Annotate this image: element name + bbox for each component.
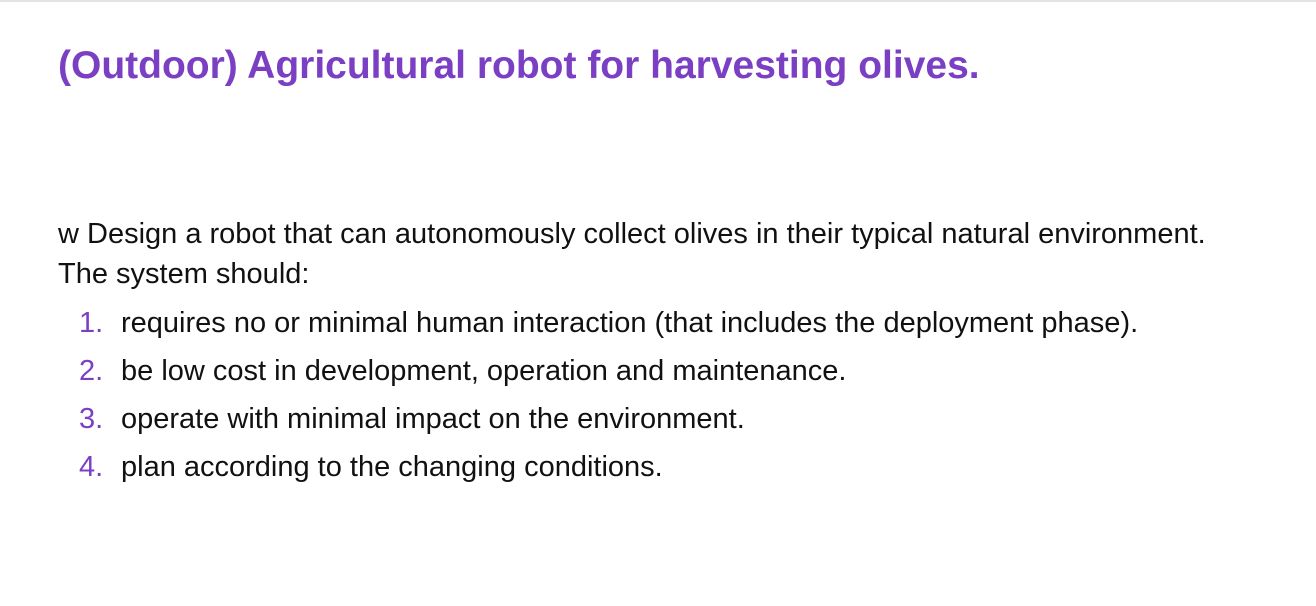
list-item-number: 1. bbox=[79, 307, 104, 339]
requirements-list: 1. requires no or minimal human interact… bbox=[58, 303, 1298, 495]
list-item: 4. plan according to the changing condit… bbox=[58, 447, 1298, 495]
list-item-number: 3. bbox=[79, 403, 104, 435]
list-item-text: be low cost in development, operation an… bbox=[121, 355, 847, 387]
list-item-text: plan according to the changing condition… bbox=[121, 451, 663, 483]
list-item: 2. be low cost in development, operation… bbox=[58, 351, 1298, 399]
intro-line-2: The system should: bbox=[58, 258, 310, 290]
list-item-number: 4. bbox=[79, 451, 104, 483]
intro-paragraph: w Design a robot that can autonomously c… bbox=[58, 214, 1298, 294]
list-item: 3. operate with minimal impact on the en… bbox=[58, 399, 1298, 447]
slide-body: w Design a robot that can autonomously c… bbox=[58, 214, 1298, 495]
list-item-text: requires no or minimal human interaction… bbox=[121, 307, 1139, 339]
slide-title: (Outdoor) Agricultural robot for harvest… bbox=[58, 44, 980, 87]
list-item-number: 2. bbox=[79, 355, 104, 387]
list-item: 1. requires no or minimal human interact… bbox=[58, 303, 1298, 351]
slide: (Outdoor) Agricultural robot for harvest… bbox=[0, 0, 1316, 606]
intro-line-1: w Design a robot that can autonomously c… bbox=[58, 218, 1206, 250]
list-item-text: operate with minimal impact on the envir… bbox=[121, 403, 745, 435]
